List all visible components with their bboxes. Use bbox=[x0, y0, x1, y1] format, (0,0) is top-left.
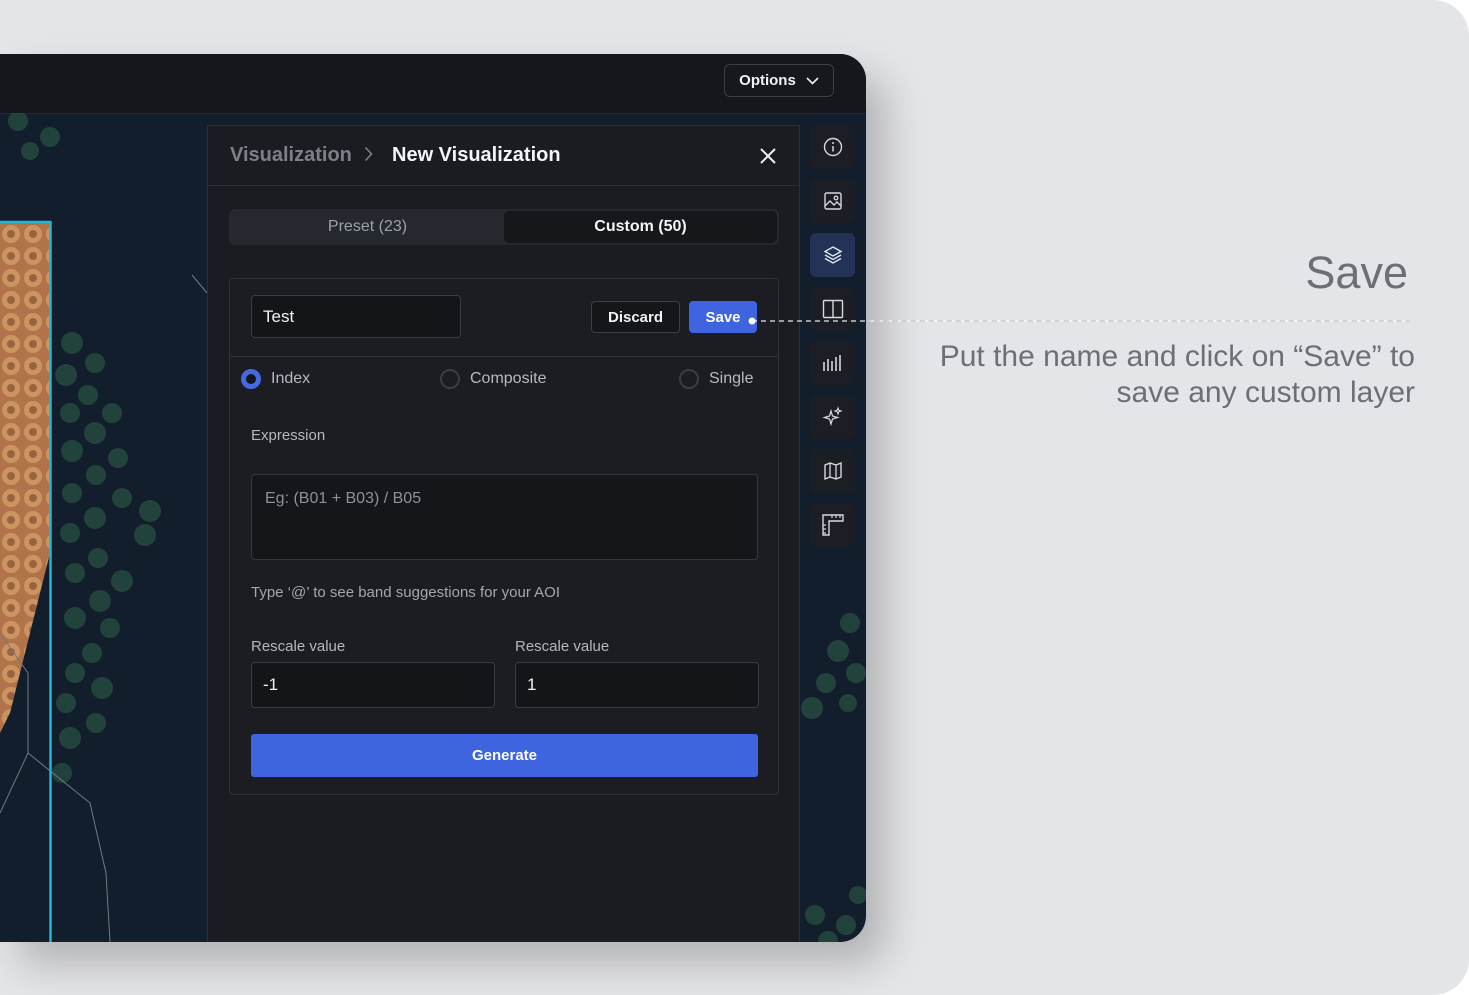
rescale-min-input[interactable]: -1 bbox=[251, 662, 495, 708]
radio-index-label: Index bbox=[271, 370, 311, 387]
radio-composite[interactable]: Composite bbox=[440, 369, 546, 389]
split-view-icon bbox=[822, 299, 843, 319]
ruler-icon bbox=[821, 514, 844, 536]
expression-label: Expression bbox=[251, 427, 326, 444]
callout-line-1: Put the name and click on “Save” to bbox=[939, 340, 1415, 373]
rescale-max-label: Rescale value bbox=[515, 638, 610, 655]
breadcrumb-root[interactable]: Visualization bbox=[230, 144, 352, 167]
save-button[interactable]: Save bbox=[689, 301, 757, 333]
toolbar-layers[interactable] bbox=[810, 233, 855, 277]
tab-bar: Preset (23) Custom (50) bbox=[229, 209, 779, 245]
radio-single-label: Single bbox=[709, 370, 754, 387]
toolbar-chart[interactable] bbox=[810, 341, 855, 385]
rescale-min-value: -1 bbox=[263, 675, 279, 694]
visualization-panel: Visualization New Visualization Preset (… bbox=[207, 125, 800, 942]
radio-composite-label: Composite bbox=[470, 370, 547, 387]
sparkle-icon bbox=[821, 406, 843, 427]
map-icon bbox=[823, 461, 842, 481]
close-icon[interactable] bbox=[758, 146, 778, 166]
toolbar-ai[interactable] bbox=[810, 395, 855, 439]
chevron-right-icon bbox=[364, 146, 373, 162]
discard-button[interactable]: Discard bbox=[591, 301, 680, 333]
callout-description: Put the name and click on “Save” to save… bbox=[855, 339, 1415, 411]
custom-layer-form: Discard Save Index Composite Single Expr… bbox=[229, 278, 779, 795]
tab-custom[interactable]: Custom (50) bbox=[504, 211, 777, 243]
callout-title: Save bbox=[1305, 247, 1408, 298]
rescale-min-label: Rescale value bbox=[251, 638, 346, 655]
toolbar-split-view[interactable] bbox=[810, 287, 855, 331]
toolbar-map[interactable] bbox=[810, 449, 855, 493]
tab-preset[interactable]: Preset (23) bbox=[231, 211, 504, 243]
toolbar-info[interactable] bbox=[810, 125, 855, 169]
info-icon bbox=[823, 137, 842, 157]
name-row: Discard Save bbox=[230, 279, 778, 357]
rescale-max-value: 1 bbox=[527, 675, 537, 694]
layers-icon bbox=[823, 246, 842, 264]
toolbar-measure[interactable] bbox=[810, 503, 855, 547]
image-icon bbox=[823, 192, 842, 210]
layer-name-input[interactable] bbox=[251, 295, 461, 338]
generate-button[interactable]: Generate bbox=[251, 734, 758, 777]
radio-single[interactable]: Single bbox=[679, 369, 753, 389]
mode-radio-group: Index Composite Single bbox=[230, 369, 778, 397]
options-label: Options bbox=[739, 72, 796, 89]
panel-header: Visualization New Visualization bbox=[208, 126, 799, 186]
chevron-down-icon bbox=[806, 76, 819, 85]
app-window: Options Visualization New Visualization … bbox=[0, 54, 866, 942]
breadcrumb-current: New Visualization bbox=[392, 144, 561, 166]
aoi-imagery bbox=[0, 223, 50, 733]
rescale-max-input[interactable]: 1 bbox=[515, 662, 759, 708]
bar-chart-icon bbox=[822, 355, 841, 371]
callout-line-2: save any custom layer bbox=[1116, 376, 1415, 409]
top-bar: Options bbox=[0, 54, 866, 114]
band-hint: Type ‘@’ to see band suggestions for you… bbox=[251, 584, 561, 601]
radio-index[interactable]: Index bbox=[241, 369, 310, 389]
expression-placeholder: Eg: (B01 + B03) / B05 bbox=[265, 490, 422, 507]
radio-composite-circle[interactable] bbox=[440, 369, 460, 389]
radio-index-circle[interactable] bbox=[241, 369, 261, 389]
options-button[interactable]: Options bbox=[724, 64, 834, 97]
toolbar-image[interactable] bbox=[810, 179, 855, 223]
radio-single-circle[interactable] bbox=[679, 369, 699, 389]
expression-input[interactable]: Eg: (B01 + B03) / B05 bbox=[251, 474, 758, 560]
